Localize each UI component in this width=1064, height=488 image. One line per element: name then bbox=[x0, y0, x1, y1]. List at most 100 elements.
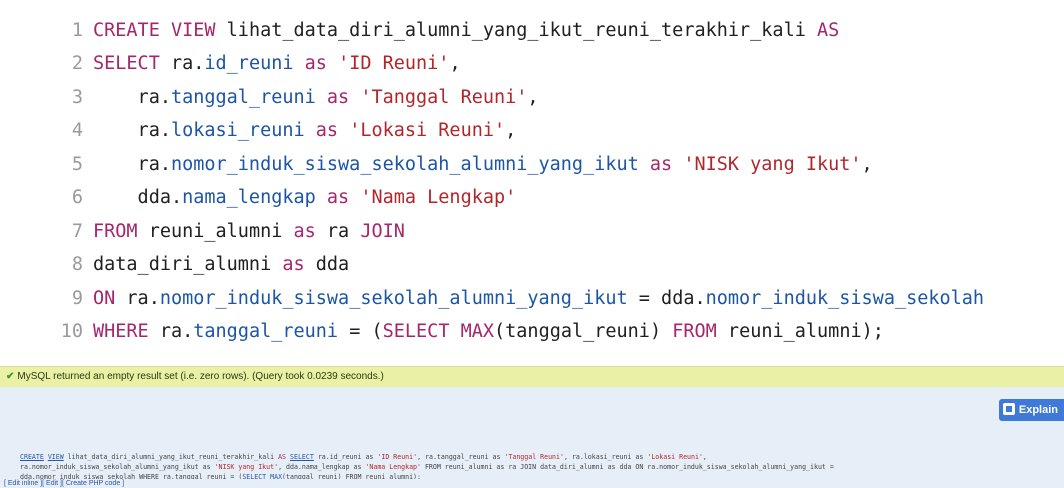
code-token: as bbox=[315, 187, 361, 208]
echo-token: ra.nomor_induk_siswa_sekolah_alumni_yang… bbox=[20, 463, 215, 471]
code-token: as bbox=[304, 120, 350, 141]
code-token: = dda. bbox=[627, 288, 706, 309]
echo-token: FROM reuni_alumni as ra JOIN data_diri_a… bbox=[420, 463, 834, 471]
echo-token: 'Tanggal Reuni' bbox=[504, 453, 564, 461]
query-action-links: [ Edit inline ][ Edit ][ Create PHP code… bbox=[0, 479, 1064, 488]
code-line[interactable]: 10 WHERE ra.tanggal_reuni = (SELECT MAX(t… bbox=[0, 315, 884, 348]
echo-token: lihat_data_diri_alumni_yang_ikut_reuni_t… bbox=[63, 453, 279, 461]
code-token: nomor_induk_siswa_sekolah_alumni_yang_ik… bbox=[159, 288, 628, 309]
code-token: ra. bbox=[115, 288, 160, 309]
code-token: 'Lokasi Reuni' bbox=[349, 120, 506, 141]
echo-line: ra.nomor_induk_siswa_sekolah_alumni_yang… bbox=[20, 462, 1060, 472]
code-line[interactable]: 8 data_diri_alumni as dda bbox=[0, 248, 349, 281]
code-token: SELECT MAX bbox=[382, 321, 495, 342]
echo-token: , ra.lokasi_reuni as bbox=[563, 453, 648, 461]
code-token: dda. bbox=[93, 187, 183, 208]
code-line[interactable]: 1 CREATE VIEW lihat_data_diri_alumni_yang… bbox=[0, 14, 839, 47]
code-token: ra. bbox=[93, 87, 171, 108]
echo-token: ra.id_reuni as bbox=[313, 453, 378, 461]
code-line[interactable]: 5 ra.nomor_induk_siswa_sekolah_alumni_ya… bbox=[0, 148, 873, 181]
explain-icon bbox=[1002, 403, 1015, 415]
code-token: reuni_alumni bbox=[137, 221, 294, 242]
code-token: as bbox=[315, 87, 361, 108]
code-token: lihat_data_diri_alumni_yang_ikut_reuni_t… bbox=[215, 20, 817, 41]
line-number: 8 bbox=[71, 254, 83, 275]
echo-token: 'Nama Lengkap' bbox=[365, 463, 421, 471]
echo-line: CREATE VIEW lihat_data_diri_alumni_yang_… bbox=[20, 452, 1060, 462]
code-token: (tanggal_reuni) bbox=[494, 321, 673, 342]
code-line[interactable]: 9 ON ra.nomor_induk_siswa_sekolah_alumni_… bbox=[0, 282, 984, 315]
echo-token: 'Lokasi Reuni' bbox=[647, 453, 703, 461]
code-token: , bbox=[505, 120, 517, 141]
create-php-code-link[interactable]: [ Create PHP code ] bbox=[62, 480, 124, 487]
code-token: JOIN bbox=[360, 221, 405, 242]
line-number: 6 bbox=[71, 187, 83, 208]
code-token: ra bbox=[315, 221, 361, 242]
code-line[interactable]: 7 FROM reuni_alumni as ra JOIN bbox=[0, 215, 405, 248]
code-token: SELECT bbox=[93, 53, 160, 74]
code-line[interactable]: 6 dda.nama_lengkap as 'Nama Lengkap' bbox=[0, 181, 516, 214]
code-token: FROM bbox=[672, 321, 717, 342]
sql-doc-link[interactable]: SELECT bbox=[290, 453, 314, 461]
code-token: dda bbox=[304, 254, 350, 275]
success-message-bar: ✔ MySQL returned an empty result set (i.e… bbox=[0, 366, 1064, 388]
line-number: 4 bbox=[71, 120, 83, 141]
sql-doc-link[interactable]: CREATE bbox=[20, 453, 44, 461]
code-token: ra. bbox=[148, 321, 194, 342]
echo-token: , bbox=[702, 453, 707, 461]
code-token: , bbox=[527, 87, 539, 108]
code-token: 'Tanggal Reuni' bbox=[360, 87, 528, 108]
code-token: ON bbox=[93, 288, 116, 309]
code-token: tanggal_reuni bbox=[193, 321, 339, 342]
code-token: , bbox=[861, 154, 873, 175]
line-number: 1 bbox=[71, 20, 83, 41]
explain-label: Explain bbox=[1018, 404, 1058, 416]
code-line[interactable]: 4 ra.lokasi_reuni as 'Lokasi Reuni', bbox=[0, 114, 516, 147]
success-message-text: MySQL returned an empty result set (i.e.… bbox=[17, 371, 384, 382]
code-token: ra. bbox=[93, 120, 171, 141]
code-token: nomor_induk_siswa_sekolah_alumni_yang_ik… bbox=[170, 154, 639, 175]
code-token: as bbox=[282, 254, 305, 275]
code-token: as bbox=[638, 154, 684, 175]
code-token: ra. bbox=[159, 53, 205, 74]
echo-token: , ra.tanggal_reuni as bbox=[417, 453, 505, 461]
edit-link[interactable]: [ Edit ] bbox=[42, 480, 62, 487]
code-token: FROM bbox=[93, 221, 138, 242]
line-number: 3 bbox=[71, 87, 83, 108]
check-icon: ✔ bbox=[6, 371, 15, 382]
query-result-panel: Explain CREATE VIEW lihat_data_diri_alum… bbox=[0, 387, 1064, 482]
code-token: as bbox=[293, 53, 339, 74]
explain-button[interactable]: Explain bbox=[998, 399, 1064, 421]
code-line[interactable]: 3 ra.tanggal_reuni as 'Tanggal Reuni', bbox=[0, 81, 539, 114]
code-token: nomor_induk_siswa_sekolah bbox=[705, 288, 985, 309]
line-number: 2 bbox=[71, 53, 83, 74]
code-token: ra. bbox=[93, 154, 171, 175]
code-token: lokasi_reuni bbox=[170, 120, 305, 141]
line-number: 10 bbox=[60, 321, 83, 342]
echo-token: 'ID Reuni' bbox=[377, 453, 418, 461]
code-token: 'Nama Lengkap' bbox=[360, 187, 517, 208]
sql-doc-link[interactable]: VIEW bbox=[48, 453, 64, 461]
line-number: 9 bbox=[71, 288, 83, 309]
executed-sql-echo: CREATE VIEW lihat_data_diri_alumni_yang_… bbox=[20, 452, 1060, 482]
code-token: nama_lengkap bbox=[182, 187, 316, 208]
echo-token: AS bbox=[278, 453, 287, 461]
code-token: reuni_alumni); bbox=[716, 321, 884, 342]
sql-editor[interactable]: 1 CREATE VIEW lihat_data_diri_alumni_yang… bbox=[0, 0, 1064, 357]
code-token: as bbox=[293, 221, 316, 242]
edit-inline-link[interactable]: [ Edit inline ] bbox=[4, 480, 42, 487]
code-token: data_diri_alumni bbox=[93, 254, 283, 275]
code-token: tanggal_reuni bbox=[170, 87, 316, 108]
code-token: WHERE bbox=[93, 321, 149, 342]
line-number: 7 bbox=[71, 221, 83, 242]
code-token: AS bbox=[816, 20, 840, 41]
code-token: 'ID Reuni' bbox=[338, 53, 450, 74]
code-token: , bbox=[449, 53, 461, 74]
code-line[interactable]: 2 SELECT ra.id_reuni as 'ID Reuni', bbox=[0, 47, 461, 80]
code-token: id_reuni bbox=[204, 53, 294, 74]
echo-token: , dda.nama_lengkap as bbox=[278, 463, 366, 471]
code-token: = ( bbox=[338, 321, 383, 342]
code-token: CREATE VIEW bbox=[93, 20, 216, 41]
echo-token: 'NISK yang Ikut' bbox=[214, 463, 279, 471]
line-number: 5 bbox=[71, 154, 83, 175]
